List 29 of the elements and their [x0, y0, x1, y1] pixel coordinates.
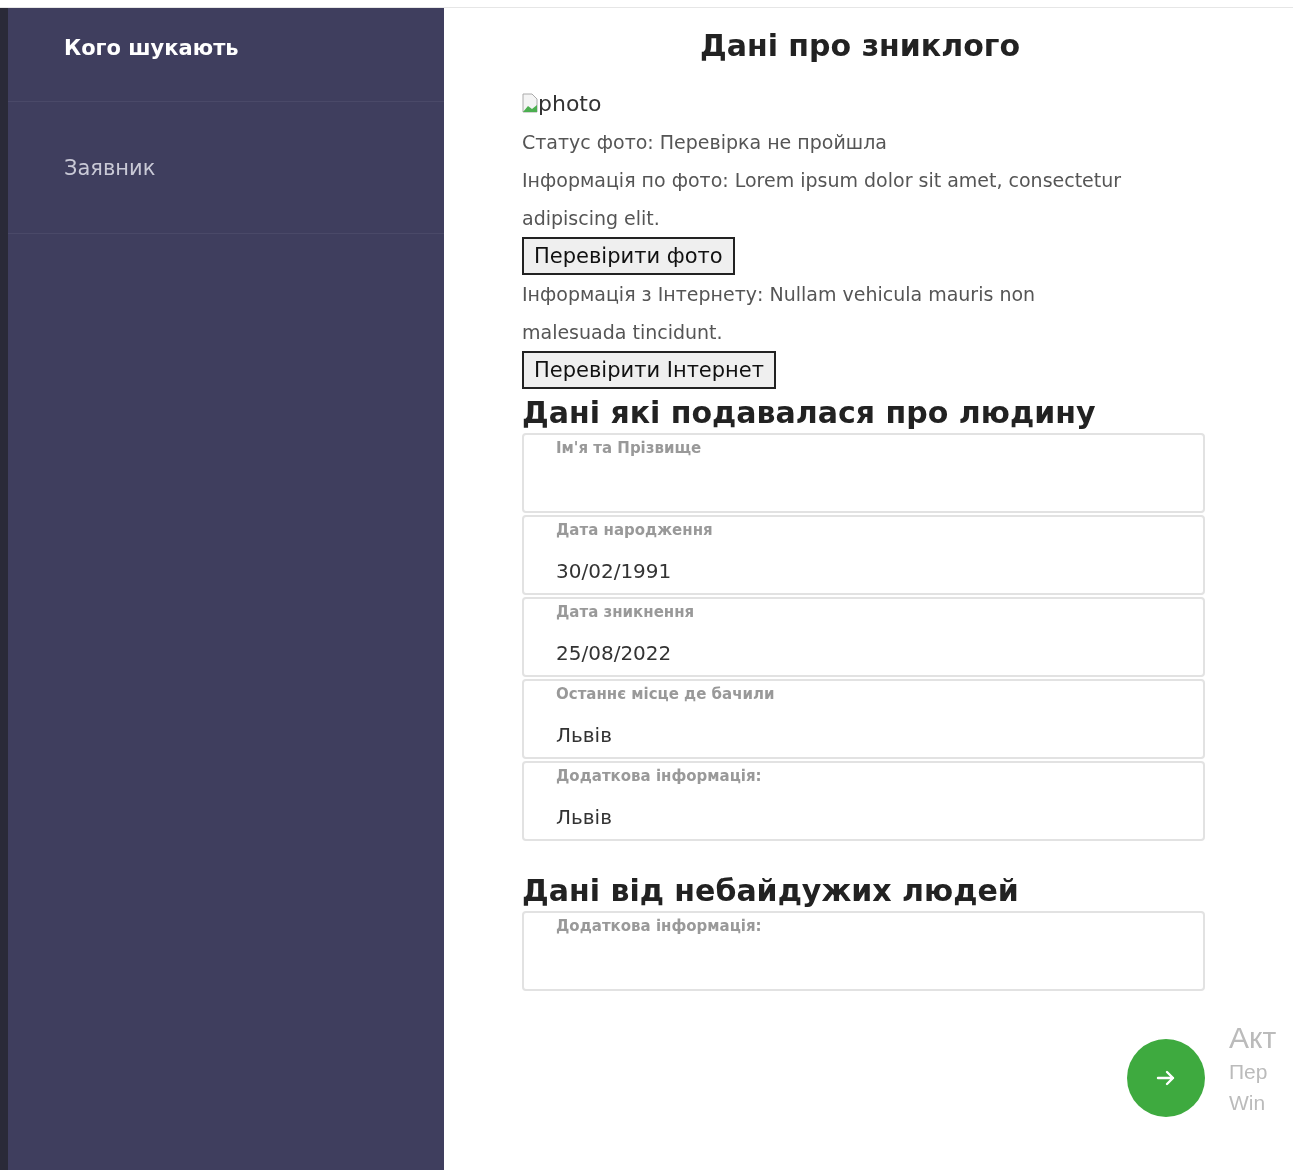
section-heading: Дані від небайдужих людей — [522, 872, 1019, 910]
sidebar-item[interactable]: Кого шукають — [8, 8, 444, 102]
input-field[interactable]: Останнє місце де бачили Львів — [522, 679, 1205, 759]
section-heading: Дані які подавалася про людину — [522, 394, 1096, 432]
photo-status: Статус фото: Перевірка не пройшла — [522, 130, 887, 155]
field-label: Дата зникнення — [556, 603, 696, 621]
field-label: Останнє місце де бачили — [556, 685, 776, 703]
check-internet-button[interactable]: Перевірити Інтернет — [522, 351, 776, 389]
field-label: Додаткова інформація: — [556, 917, 763, 935]
field-value: Львів — [556, 805, 613, 829]
check-photo-button[interactable]: Перевірити фото — [522, 237, 735, 275]
field-label: Додаткова інформація: — [556, 767, 763, 785]
input-field[interactable]: Дата народження 30/02/1991 — [522, 515, 1205, 595]
input-field[interactable]: Додаткова інформація: Львів — [522, 761, 1205, 841]
activation-notice: Win — [1229, 1090, 1267, 1116]
field-label: Дата народження — [556, 521, 714, 539]
field-label: Ім'я та Прізвище — [556, 439, 703, 457]
sidebar-item[interactable]: Заявник — [8, 102, 444, 234]
photo-alt-text: photo — [538, 90, 602, 116]
input-field[interactable]: Дата зникнення 25/08/2022 — [522, 597, 1205, 677]
internet-info: Інформація з Інтернету: Nullam vehicula mauris non malesuada tincidunt. — [522, 282, 1037, 345]
field-value: Львів — [556, 723, 613, 747]
broken-image-icon — [522, 93, 538, 113]
activation-notice: Пер — [1229, 1059, 1269, 1085]
activation-notice: Акт — [1229, 1020, 1276, 1056]
photo-info: Інформація по фото: Lorem ipsum dolor sit amet, consectetur adipiscing elit. — [522, 168, 1123, 231]
field-value: 30/02/1991 — [556, 559, 673, 583]
page-title: Дані про зниклого — [698, 28, 1022, 63]
field-value: 25/08/2022 — [556, 641, 673, 665]
